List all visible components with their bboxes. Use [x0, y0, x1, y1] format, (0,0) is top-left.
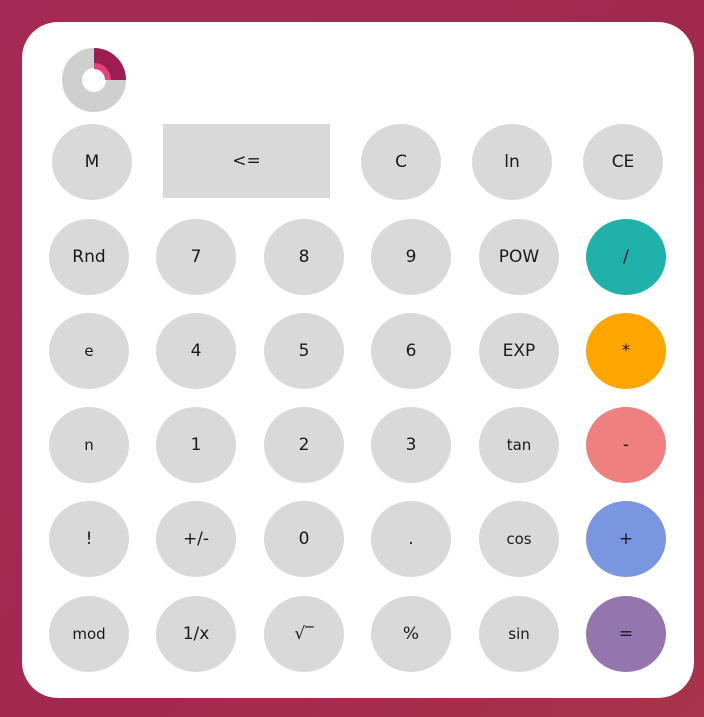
four-button[interactable]: 4	[156, 313, 236, 389]
tan-button[interactable]: tan	[479, 407, 559, 483]
e-constant-button[interactable]: e	[49, 313, 129, 389]
three-button[interactable]: 3	[371, 407, 451, 483]
factorial-button[interactable]: !	[49, 501, 129, 577]
six-button[interactable]: 6	[371, 313, 451, 389]
mod-label: mod	[72, 625, 106, 643]
pow-label: POW	[498, 247, 540, 267]
backspace-label: <=	[232, 151, 261, 171]
exp-button[interactable]: EXP	[479, 313, 559, 389]
cos-button[interactable]: cos	[479, 501, 559, 577]
five-button[interactable]: 5	[264, 313, 344, 389]
memory-button[interactable]: M	[52, 124, 132, 200]
decimal-button[interactable]: .	[371, 501, 451, 577]
clear-button[interactable]: C	[361, 124, 441, 200]
three-label: 3	[405, 435, 417, 455]
nine-label: 9	[405, 247, 417, 267]
reciprocal-label: 1/x	[182, 624, 210, 644]
divide-button[interactable]: /	[586, 219, 666, 295]
backspace-button[interactable]: <=	[163, 124, 330, 198]
zero-button[interactable]: 0	[264, 501, 344, 577]
exp-label: EXP	[502, 341, 536, 361]
one-label: 1	[190, 435, 202, 455]
memory-label: M	[84, 152, 100, 172]
square-root-button[interactable]: √‾	[264, 596, 344, 672]
nine-button[interactable]: 9	[371, 219, 451, 295]
divide-label: /	[623, 247, 629, 267]
ln-button[interactable]: ln	[472, 124, 552, 200]
ln-label: ln	[504, 152, 520, 172]
eight-button[interactable]: 8	[264, 219, 344, 295]
donut-chart-logo-icon	[62, 48, 126, 112]
clear-entry-label: CE	[611, 152, 635, 172]
add-button[interactable]: +	[586, 501, 666, 577]
mod-button[interactable]: mod	[49, 596, 129, 672]
equals-label: =	[618, 624, 634, 644]
clear-label: C	[395, 152, 407, 172]
two-button[interactable]: 2	[264, 407, 344, 483]
cos-label: cos	[506, 530, 532, 548]
decimal-label: .	[408, 529, 414, 549]
reciprocal-button[interactable]: 1/x	[156, 596, 236, 672]
factorial-label: !	[85, 529, 93, 549]
sin-button[interactable]: sin	[479, 596, 559, 672]
five-label: 5	[298, 341, 310, 361]
multiply-button[interactable]: *	[586, 313, 666, 389]
subtract-button[interactable]: -	[586, 407, 666, 483]
plus-minus-label: +/-	[182, 529, 210, 549]
add-label: +	[618, 529, 634, 549]
subtract-label: -	[622, 435, 630, 455]
n-label: n	[84, 436, 94, 454]
percent-button[interactable]: %	[371, 596, 451, 672]
seven-button[interactable]: 7	[156, 219, 236, 295]
square-root-label: √‾	[294, 624, 314, 644]
rnd-button[interactable]: Rnd	[49, 219, 129, 295]
eight-label: 8	[298, 247, 310, 267]
sin-label: sin	[508, 625, 530, 643]
n-button[interactable]: n	[49, 407, 129, 483]
clear-entry-button[interactable]: CE	[583, 124, 663, 200]
equals-button[interactable]: =	[586, 596, 666, 672]
two-label: 2	[298, 435, 310, 455]
pow-button[interactable]: POW	[479, 219, 559, 295]
multiply-label: *	[621, 341, 631, 361]
rnd-label: Rnd	[72, 247, 106, 267]
tan-label: tan	[506, 436, 532, 454]
six-label: 6	[405, 341, 417, 361]
seven-label: 7	[190, 247, 202, 267]
e-constant-label: e	[84, 342, 94, 360]
percent-label: %	[402, 624, 420, 644]
zero-label: 0	[298, 529, 310, 549]
plus-minus-button[interactable]: +/-	[156, 501, 236, 577]
one-button[interactable]: 1	[156, 407, 236, 483]
four-label: 4	[190, 341, 202, 361]
